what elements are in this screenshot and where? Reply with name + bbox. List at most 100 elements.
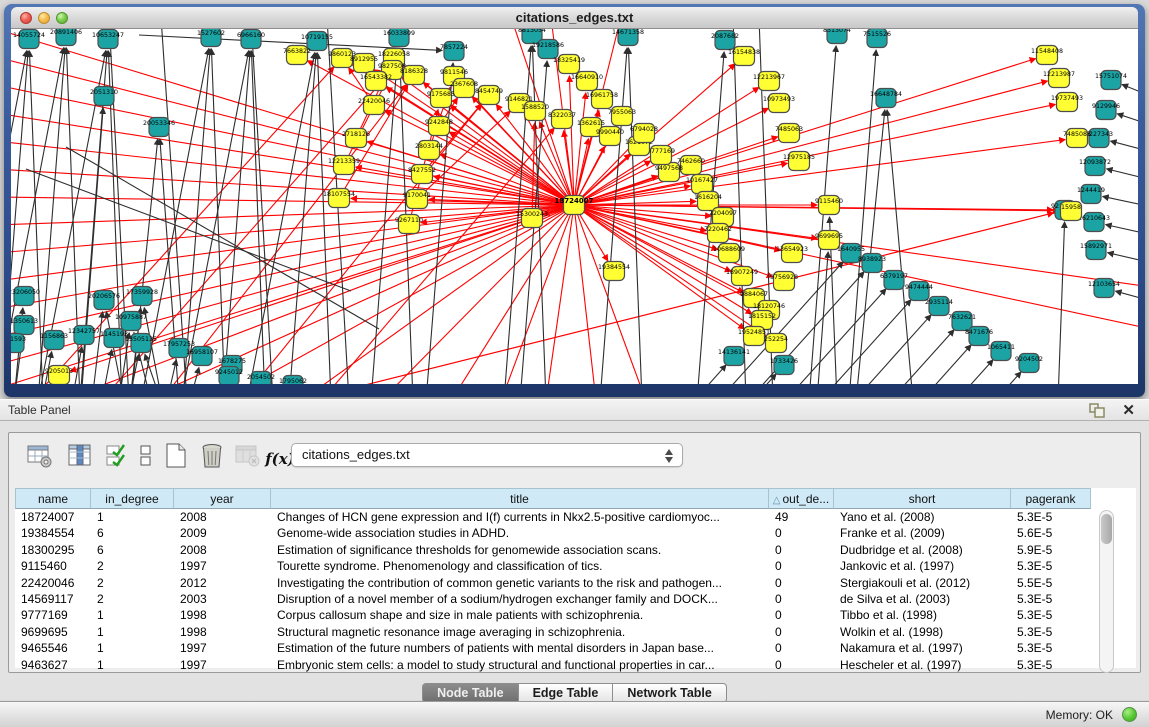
table-settings-icon[interactable]: [25, 442, 55, 470]
graph-node-label: 8186328: [400, 68, 428, 75]
cell-in_degree: 6: [91, 525, 174, 541]
graph-node-label: 9115460: [815, 198, 843, 205]
graph-node-label: 2087682: [711, 33, 739, 40]
merge-rows-icon[interactable]: [131, 442, 161, 470]
cell-title: Corpus callosum shape and size in male p…: [271, 607, 769, 623]
tab-network-table[interactable]: Network Table: [613, 683, 727, 703]
graph-node-label: 2367608: [450, 81, 478, 88]
graph-node-label: 16543382: [360, 74, 392, 81]
graph-node-label: 1795062: [279, 378, 307, 384]
graph-node-label: 15751074: [1095, 73, 1127, 80]
tab-edge-table[interactable]: Edge Table: [519, 683, 614, 703]
column-header-short[interactable]: short: [834, 488, 1011, 509]
table-row[interactable]: 946362711997Embryonic stem cells: a mode…: [15, 657, 1136, 673]
cell-short: Stergiakouli et al. (2012): [834, 575, 1011, 591]
column-header-out_degree[interactable]: △out_de...: [769, 488, 834, 509]
graph-node-label: 6379197: [880, 273, 908, 280]
column-header-pagerank[interactable]: pagerank: [1011, 488, 1091, 509]
graph-node-label: 13505135: [125, 336, 157, 343]
cell-short: Nakamura et al. (1997): [834, 640, 1011, 656]
new-table-icon[interactable]: [161, 442, 191, 470]
graph-node-label: 8427552: [408, 167, 436, 174]
graph-node-label: 9129946: [1092, 103, 1120, 110]
scrollbar-thumb[interactable]: [1101, 514, 1112, 544]
graph-node-label: 8471676: [965, 329, 993, 336]
graph-node-label: 18120746: [753, 303, 785, 310]
graph-node-label: 19737493: [1051, 95, 1083, 102]
cell-pagerank: 5.3E-5: [1011, 624, 1091, 640]
table-row[interactable]: 946554611997Estimation of the future num…: [15, 640, 1136, 656]
memory-status-indicator[interactable]: [1122, 707, 1137, 722]
table-row[interactable]: 977716911998Corpus callosum shape and si…: [15, 607, 1136, 623]
cell-name: 18300295: [15, 542, 91, 558]
network-window-titlebar[interactable]: citations_edges.txt: [11, 7, 1138, 29]
table-panel-header: Table Panel ✕: [0, 399, 1149, 421]
cell-year: 1997: [174, 558, 271, 574]
cell-title: Investigating the contribution of common…: [271, 575, 769, 591]
graph-node-label: 10653247: [92, 32, 124, 39]
table-row[interactable]: 2242004622012Investigating the contribut…: [15, 575, 1136, 591]
graph-node-label: 6966160: [237, 32, 265, 39]
graph-node-label: 1145193: [100, 331, 128, 338]
graph-node-label: 6794028: [630, 126, 658, 133]
table-row[interactable]: 911546021997Tourette syndrome. Phenomeno…: [15, 558, 1136, 574]
graph-node-label: 7857224: [440, 44, 468, 51]
delete-table-icon[interactable]: [197, 442, 227, 470]
graph-node-label: 10975887: [115, 314, 147, 321]
graph-node-label: 1527602: [197, 30, 225, 37]
graph-node-label: 16154838: [728, 49, 760, 56]
cell-out_degree: 0: [769, 657, 834, 673]
graph-node-label: 23206050: [11, 289, 40, 296]
citation-network-graph[interactable]: 1405572420891406106532471527602696616010…: [11, 29, 1138, 384]
show-columns-icon[interactable]: [65, 442, 95, 470]
graph-node-label: 7663822: [283, 48, 311, 55]
graph-node-label: 8938923: [858, 256, 886, 263]
network-canvas[interactable]: 1405572420891406106532471527602696616010…: [11, 29, 1138, 384]
table-row[interactable]: 1872400712008Changes of HCN gene express…: [15, 509, 1136, 525]
cell-out_degree: 49: [769, 509, 834, 525]
column-header-title[interactable]: title: [271, 488, 769, 509]
cell-out_degree: 0: [769, 525, 834, 541]
graph-node-label: 12213987: [1043, 71, 1075, 78]
cell-pagerank: 5.3E-5: [1011, 657, 1091, 673]
cell-name: 19384554: [15, 525, 91, 541]
cell-out_degree: 0: [769, 607, 834, 623]
cell-in_degree: 1: [91, 624, 174, 640]
column-header-year[interactable]: year: [174, 488, 271, 509]
graph-node-label: 18325419: [553, 57, 585, 64]
close-panel-icon[interactable]: ✕: [1122, 401, 1135, 419]
graph-node-label: 15300243: [516, 211, 548, 218]
column-header-name[interactable]: name: [15, 488, 91, 509]
import-table-icon[interactable]: [233, 442, 263, 470]
graph-node-label: 16033809: [383, 30, 415, 37]
table-row[interactable]: 1456911722003Disruption of a novel membe…: [15, 591, 1136, 607]
graph-node-label: 9204502: [1015, 356, 1043, 363]
cell-in_degree: 1: [91, 607, 174, 623]
table-row[interactable]: 1938455462009Genome-wide association stu…: [15, 525, 1136, 541]
graph-node-label: 16648784: [870, 91, 902, 98]
graph-node-label: 9175685: [427, 91, 455, 98]
graph-node-label: 9990440: [596, 129, 624, 136]
cell-in_degree: 2: [91, 558, 174, 574]
table-header-row: namein_degreeyeartitle△out_de...shortpag…: [15, 488, 1136, 509]
graph-node-label: 1588520: [521, 104, 549, 111]
graph-node-label: 2718126: [342, 131, 370, 138]
graph-node-label: 19524851: [738, 329, 770, 336]
table-row[interactable]: 1830029562008Estimation of significance …: [15, 542, 1136, 558]
graph-node-label: 14136141: [718, 349, 750, 356]
select-rows-icon[interactable]: [103, 442, 133, 470]
cell-pagerank: 5.9E-5: [1011, 542, 1091, 558]
tab-node-table[interactable]: Node Table: [422, 683, 518, 703]
graph-node-label: 1362615: [577, 120, 605, 127]
table-row[interactable]: 969969511998Structural magnetic resonanc…: [15, 624, 1136, 640]
table-vertical-scrollbar[interactable]: [1099, 510, 1114, 673]
cell-pagerank: 5.3E-5: [1011, 640, 1091, 656]
column-header-in_degree[interactable]: in_degree: [91, 488, 174, 509]
table-selector-dropdown[interactable]: citations_edges.txt: [291, 443, 683, 467]
graph-node-label: 2935114: [925, 299, 953, 306]
cell-short: Wolkin et al. (1998): [834, 624, 1011, 640]
float-panel-icon[interactable]: [1089, 403, 1105, 418]
graph-node-label: 13654923: [776, 246, 808, 253]
cell-name: 9465546: [15, 640, 91, 656]
graph-node-label: 9474444: [905, 284, 933, 291]
